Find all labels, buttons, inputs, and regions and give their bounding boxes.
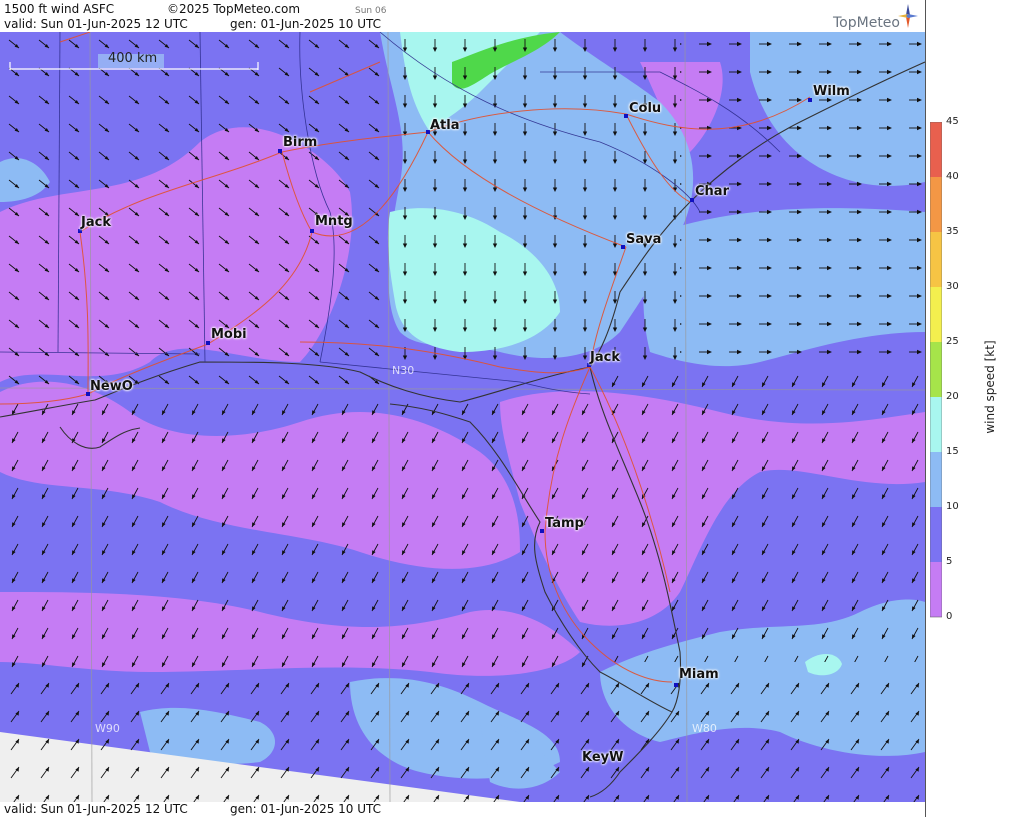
colorbar (930, 122, 942, 618)
wind-arrows-ne (680, 32, 925, 372)
city-label-birm[interactable]: Birm (283, 135, 317, 150)
colorbar-tick: 45 (946, 116, 959, 127)
scale-label: 400 km (108, 51, 158, 66)
header-bar: 1500 ft wind ASFC ©2025 TopMeteo.com Sun… (0, 0, 925, 32)
city-marker (690, 198, 694, 202)
city-label-atla[interactable]: Atla (430, 118, 460, 133)
city-label-wilm[interactable]: Wilm (813, 84, 850, 99)
city-marker (310, 229, 314, 233)
city-marker (540, 529, 544, 533)
generation-time: gen: 01-Jun-2025 10 UTC (230, 17, 382, 31)
city-marker (206, 341, 210, 345)
valid-time: valid: Sun 01-Jun-2025 12 UTC (4, 17, 188, 31)
colorbar-tick: 30 (946, 281, 959, 292)
compass-logo-icon (898, 4, 918, 28)
city-label-tamp[interactable]: Tamp (545, 516, 584, 531)
city-marker (621, 245, 625, 249)
wind-arrows-south (0, 672, 925, 802)
city-marker (624, 114, 628, 118)
topmeteo-logo-text: TopMeteo (833, 15, 900, 31)
colorbar-label: wind speed [kt] (983, 340, 997, 434)
footer-bar: valid: Sun 01-Jun-2025 12 UTC gen: 01-Ju… (0, 802, 925, 817)
city-label-mntg[interactable]: Mntg (315, 214, 353, 229)
city-label-char[interactable]: Char (695, 184, 729, 199)
city-label-keyw[interactable]: KeyW (582, 750, 623, 765)
footer-valid-time: valid: Sun 01-Jun-2025 12 UTC (4, 802, 188, 816)
city-label-colu[interactable]: Colu (629, 101, 661, 116)
colorbar-tick: 0 (946, 611, 953, 622)
grid-label-n30: N30 (392, 364, 415, 377)
city-label-jack-fl[interactable]: Jack (590, 350, 620, 365)
wind-map[interactable]: 400 km N30 W90 W80 Birm Atla Colu Wilm C… (0, 32, 925, 802)
colorbar-tick: 40 (946, 171, 959, 182)
city-label-sava[interactable]: Sava (626, 232, 661, 247)
colorbar-tick: 20 (946, 391, 959, 402)
city-marker (674, 683, 678, 687)
city-label-newo[interactable]: NewO (90, 379, 133, 394)
grid-label-w80: W80 (692, 722, 717, 735)
colorbar-tick: 35 (946, 226, 959, 237)
wind-arrows-n (380, 32, 680, 362)
colorbar-tick: 5 (946, 556, 953, 567)
colorbar-tick: 25 (946, 336, 959, 347)
wind-arrows-gulf (0, 392, 600, 672)
city-marker (278, 149, 282, 153)
city-label-jack-ms[interactable]: Jack (81, 215, 111, 230)
colorbar-tick: 10 (946, 501, 959, 512)
grid-label-w90: W90 (95, 722, 120, 735)
product-title: 1500 ft wind ASFC (4, 2, 115, 16)
day-tab[interactable]: Sun 06 (355, 4, 386, 18)
footer-generation-time: gen: 01-Jun-2025 10 UTC (230, 802, 382, 816)
copyright-text: ©2025 TopMeteo.com (167, 2, 301, 16)
colorbar-tick: 15 (946, 446, 959, 457)
city-label-mobi[interactable]: Mobi (211, 327, 247, 342)
city-label-miam[interactable]: Miam (679, 667, 719, 682)
city-marker (808, 98, 812, 102)
legend-panel: 45 40 35 30 25 20 15 10 5 0 wind speed [… (925, 0, 1017, 817)
